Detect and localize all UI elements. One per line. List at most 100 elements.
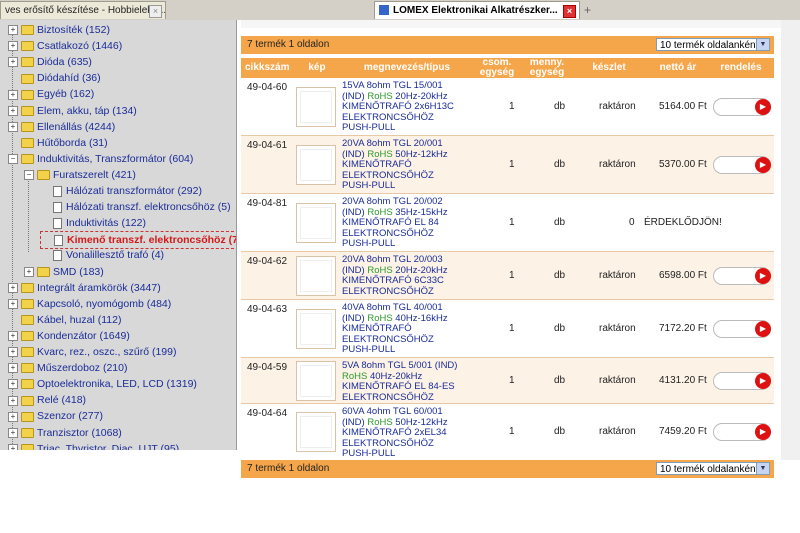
product-description-link[interactable]: 20VA 8ohm TGL 20/003 (IND) RoHS 20Hz-20kH… [342,254,482,297]
tree-item[interactable]: + Ellenállás (4244) [8,119,115,135]
tree-item[interactable]: Hálózati transzf. elektroncsőhöz (5) [40,199,231,215]
product-thumbnail[interactable] [296,412,336,452]
expand-icon[interactable]: + [8,443,18,450]
document-icon [53,201,62,213]
tree-item[interactable]: + Integrált áramkörök (3447) [8,280,161,296]
add-to-cart-icon[interactable]: ▶ [755,99,771,115]
description-line: PUSH-PULL [342,238,482,250]
collapse-icon[interactable]: − [8,154,18,165]
description-text: (IND) [342,148,368,160]
pack-unit: 1 [509,159,515,170]
expand-icon[interactable]: + [8,363,18,374]
tree-item[interactable]: + Optoelektronika, LED, LCD (1319) [8,376,197,392]
tree-item[interactable]: Hálózati transzformátor (292) [40,183,202,199]
order-quantity-input[interactable]: ▶ [713,320,771,338]
tree-item[interactable]: − Induktivitás, Transzformátor (604) [8,151,193,167]
order-quantity-input[interactable]: ▶ [713,372,771,390]
tree-item[interactable]: + Dióda (635) [8,54,92,70]
tree-item[interactable]: Induktivitás (122) [40,215,146,231]
tree-item[interactable]: Diódahíd (36) [8,70,101,86]
product-thumbnail[interactable] [296,361,336,401]
product-thumbnail[interactable] [296,256,336,296]
order-quantity-input[interactable]: ▶ [713,98,771,116]
tree-item[interactable]: + Tranzisztor (1068) [8,425,122,441]
tree-item[interactable]: + Triac, Thyristor, Diac, UJT (95) [8,441,179,450]
expand-icon[interactable]: + [8,331,18,342]
tree-item[interactable]: Vonalillesztő trafó (4) [40,247,164,263]
chevron-down-icon[interactable]: ▼ [756,39,769,50]
product-description-link[interactable]: 40VA 8ohm TGL 40/001 (IND) RoHS 40Hz-16kH… [342,302,482,356]
expand-icon[interactable]: + [8,41,18,52]
product-description-link[interactable]: 20VA 8ohm TGL 20/001 (IND) RoHS 50Hz-12kH… [342,138,482,192]
tree-item[interactable]: + Relé (418) [8,392,86,408]
add-to-cart-icon[interactable]: ▶ [755,268,771,284]
add-to-cart-icon[interactable]: ▶ [755,321,771,337]
product-thumbnail[interactable] [296,309,336,349]
order-quantity-input[interactable]: ▶ [713,423,771,441]
product-thumbnail[interactable] [296,145,336,185]
tree-item[interactable]: + Csatlakozó (1446) [8,38,122,54]
expand-icon[interactable]: + [8,379,18,390]
order-quantity-input[interactable]: ▶ [713,267,771,285]
expand-icon[interactable]: + [8,105,18,116]
browser-tab-hobbielektronika[interactable]: ves erősítő készítése - Hobbielektr... × [0,1,166,19]
tree-item[interactable]: + Szenzor (277) [8,408,103,424]
folder-icon [21,363,34,374]
close-icon[interactable]: × [149,5,162,18]
net-price: 7172.20 Ft [659,323,707,334]
chevron-down-icon[interactable]: ▼ [756,463,769,474]
tree-item[interactable]: Hűtőborda (31) [8,135,108,151]
expand-icon[interactable]: + [8,395,18,406]
expand-icon[interactable]: + [8,25,18,36]
expand-icon[interactable]: + [8,298,18,309]
new-tab-icon[interactable]: + [584,3,591,17]
order-quantity-input[interactable]: ▶ [713,156,771,174]
folder-icon [21,121,34,132]
rohs-badge: RoHS [367,148,393,160]
tree-item[interactable]: + SMD (183) [24,264,104,280]
expand-icon[interactable]: + [8,427,18,438]
tree-item[interactable]: − Furatszerelt (421) [24,167,136,183]
tree-item-label: Induktivitás, Transzformátor (604) [37,152,194,165]
tree-item[interactable]: + Kapcsoló, nyomógomb (484) [8,296,171,312]
tree-item-label: Csatlakozó (1446) [37,40,123,53]
per-page-select[interactable]: 10 termék oldalanként ▼ [656,462,770,475]
stock-status: raktáron [599,375,636,386]
product-thumbnail[interactable] [296,87,336,127]
product-thumbnail[interactable] [296,203,336,243]
description-text: ELEKTRONCSŐHÖZ [342,111,434,123]
expand-icon[interactable]: + [8,411,18,422]
tree-item[interactable]: + Műszerdoboz (210) [8,360,127,376]
add-to-cart-icon[interactable]: ▶ [755,424,771,440]
add-to-cart-icon[interactable]: ▶ [755,157,771,173]
net-price: ÉRDEKLŐDJÖN! [644,217,722,228]
per-page-select[interactable]: 10 termék oldalanként ▼ [656,38,770,51]
tree-item-label: Kimenő transzf. elektroncsőhöz (7) [67,234,237,247]
expand-icon[interactable]: + [8,282,18,293]
product-description-link[interactable]: 15VA 8ohm TGL 15/001 (IND) RoHS 20Hz-20kH… [342,80,482,134]
browser-tab-lomex[interactable]: LOMEX Elektronikai Alkatrészker... × [374,1,580,19]
product-description-link[interactable]: 5VA 8ohm TGL 5/001 (IND) RoHS 40Hz-20kHz K… [342,360,482,403]
expand-icon[interactable]: + [8,57,18,68]
scrollbar[interactable] [781,20,800,460]
expand-icon[interactable]: + [8,89,18,100]
description-text: 35Hz-15kHz [392,206,448,218]
tree-item[interactable]: Kábel, huzal (112) [8,312,121,328]
folder-icon [37,266,50,277]
tree-item[interactable]: + Kvarc, rez., oszc., szűrő (199) [8,344,176,360]
stock-status: raktáron [599,426,636,437]
rohs-badge: RoHS [342,370,368,382]
close-icon[interactable]: × [563,5,576,18]
tree-item[interactable]: + Elem, akku, táp (134) [8,103,137,119]
expand-icon[interactable]: + [24,266,34,277]
tree-item-label: Tranzisztor (1068) [37,426,122,439]
product-description-link[interactable]: 60VA 4ohm TGL 60/001 (IND) RoHS 50Hz-12kH… [342,406,482,460]
tree-item[interactable]: + Kondenzátor (1649) [8,328,130,344]
tree-item[interactable]: + Biztosíték (152) [8,22,110,38]
add-to-cart-icon[interactable]: ▶ [755,373,771,389]
expand-icon[interactable]: + [8,347,18,358]
expand-icon[interactable]: + [8,121,18,132]
product-description-link[interactable]: 20VA 8ohm TGL 20/002 (IND) RoHS 35Hz-15kH… [342,196,482,250]
collapse-icon[interactable]: − [24,170,34,181]
tree-item[interactable]: + Egyéb (162) [8,86,94,102]
